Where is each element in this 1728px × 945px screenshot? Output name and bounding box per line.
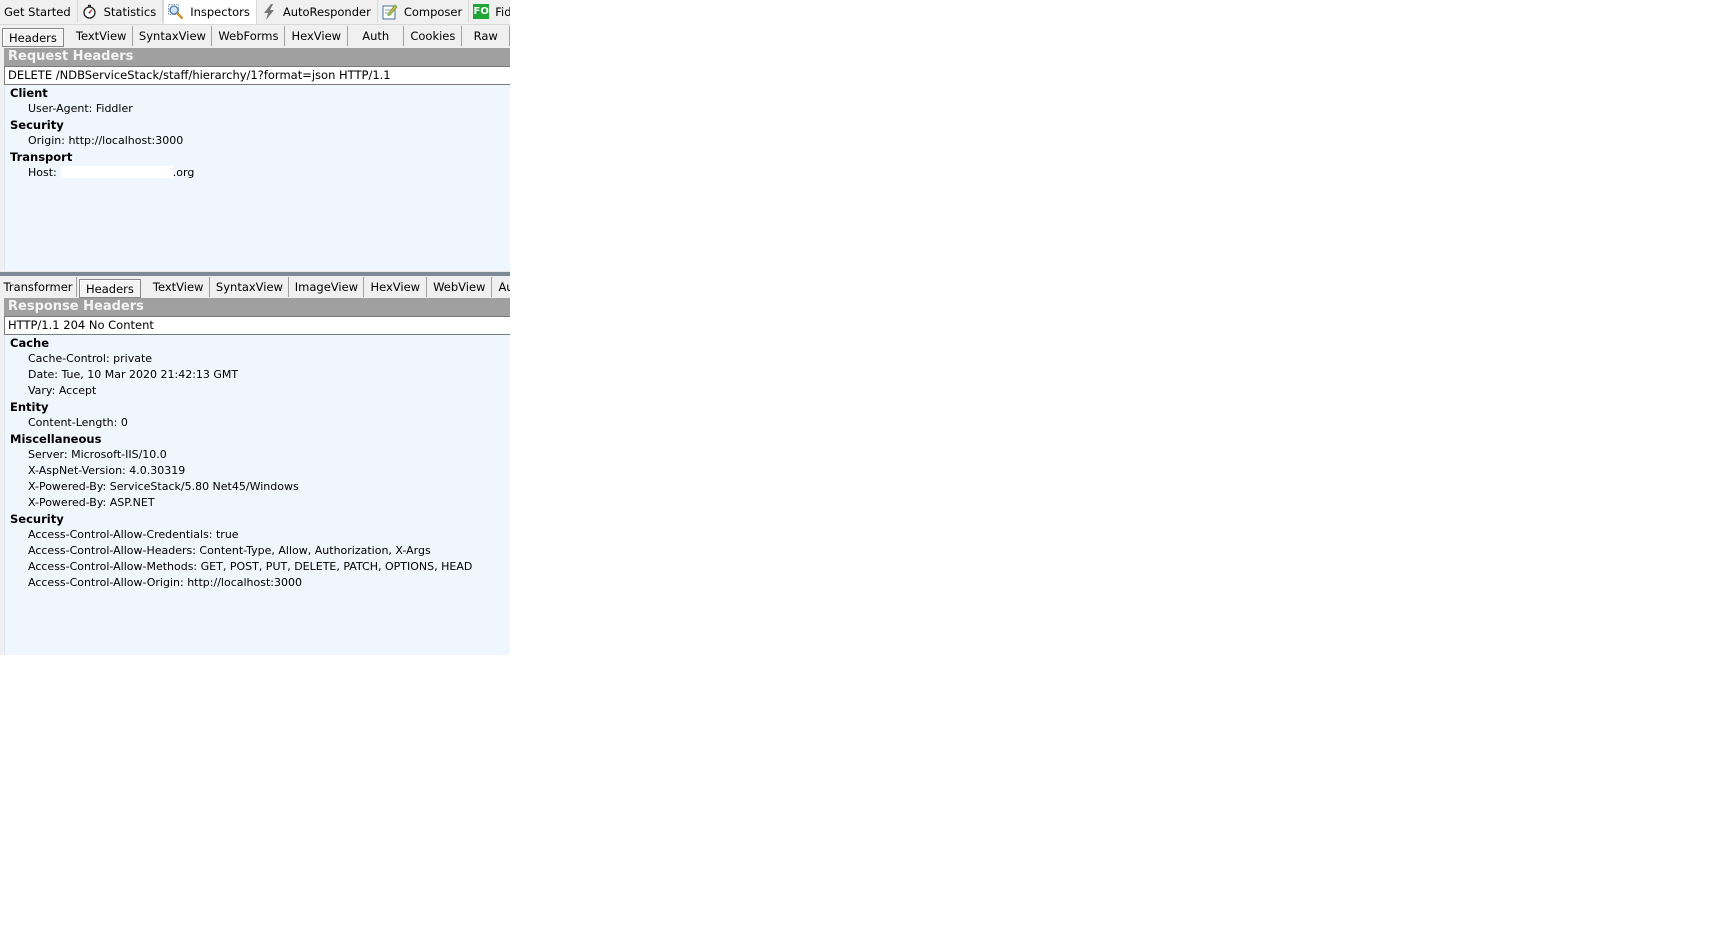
response-headers-title: Response Headers xyxy=(4,298,510,316)
tab-label: Fiddler Orche xyxy=(495,4,510,19)
tab-get-started[interactable]: Get Started xyxy=(0,0,78,23)
tab-inspectors[interactable]: Inspectors xyxy=(163,0,257,24)
header-item[interactable]: Access-Control-Allow-Methods: GET, POST,… xyxy=(5,559,510,575)
fo-badge-icon: FO xyxy=(473,4,490,19)
header-group-cache[interactable]: Cache xyxy=(5,335,510,351)
response-tab-webview[interactable]: WebView xyxy=(427,277,493,297)
tab-label: Statistics xyxy=(103,4,157,19)
tab-label: Get Started xyxy=(4,4,71,19)
response-status-line[interactable]: HTTP/1.1 204 No Content xyxy=(4,316,510,335)
tab-statistics[interactable]: Statistics xyxy=(78,0,164,23)
tab-autoresponder[interactable]: AutoResponder xyxy=(257,0,378,23)
stopwatch-icon xyxy=(82,4,98,20)
header-group-transport[interactable]: Transport xyxy=(5,149,510,165)
tab-label: Inspectors xyxy=(190,5,250,19)
response-tab-syntaxview[interactable]: SyntaxView xyxy=(210,277,290,297)
header-item[interactable]: X-Powered-By: ServiceStack/5.80 Net45/Wi… xyxy=(5,479,510,495)
header-group-security[interactable]: Security xyxy=(5,117,510,133)
lightning-icon xyxy=(261,3,277,20)
header-item[interactable]: Content-Length: 0 xyxy=(5,415,510,431)
response-tab-hexview[interactable]: HexView xyxy=(364,277,428,297)
request-tab-cookies[interactable]: Cookies xyxy=(404,26,463,46)
header-item[interactable]: User-Agent: Fiddler xyxy=(5,101,510,117)
request-headers-title: Request Headers xyxy=(4,48,510,66)
request-tab-raw[interactable]: Raw xyxy=(462,26,510,46)
header-item[interactable]: Access-Control-Allow-Credentials: true xyxy=(5,527,510,543)
header-item[interactable]: Cache-Control: private xyxy=(5,351,510,367)
header-group-security[interactable]: Security xyxy=(5,511,510,527)
response-tab-transformer[interactable]: Transformer xyxy=(0,277,77,297)
magnifier-icon xyxy=(168,4,184,20)
request-headers-tree: Client User-Agent: Fiddler Security Orig… xyxy=(4,85,510,271)
header-item[interactable]: X-AspNet-Version: 4.0.30319 xyxy=(5,463,510,479)
response-inspector-tabs: Transformer Headers TextView SyntaxView … xyxy=(0,276,510,298)
header-group-client[interactable]: Client xyxy=(5,85,510,101)
main-tab-strip: Get Started Statistics Inspectors AutoRe… xyxy=(0,0,510,25)
request-tab-headers[interactable]: Headers xyxy=(2,28,64,47)
response-tab-headers[interactable]: Headers xyxy=(79,279,141,298)
header-item[interactable]: Origin: http://localhost:3000 xyxy=(5,133,510,149)
request-tab-auth[interactable]: Auth xyxy=(348,26,405,46)
response-tab-textview[interactable]: TextView xyxy=(147,277,211,297)
header-item[interactable]: Access-Control-Allow-Headers: Content-Ty… xyxy=(5,543,510,559)
header-item[interactable]: Vary: Accept xyxy=(5,383,510,399)
redacted-hostname xyxy=(60,166,173,178)
host-suffix: .org xyxy=(172,166,195,179)
header-group-entity[interactable]: Entity xyxy=(5,399,510,415)
request-tab-webforms[interactable]: WebForms xyxy=(212,26,286,46)
host-label: Host: xyxy=(28,166,57,179)
header-item[interactable]: Access-Control-Allow-Origin: http://loca… xyxy=(5,575,510,591)
header-item[interactable]: Server: Microsoft-IIS/10.0 xyxy=(5,447,510,463)
request-inspector-tabs: Headers TextView SyntaxView WebForms Hex… xyxy=(0,25,510,47)
tab-composer[interactable]: Composer xyxy=(378,0,470,23)
header-item[interactable]: X-Powered-By: ASP.NET xyxy=(5,495,510,511)
tab-label: AutoResponder xyxy=(282,4,371,19)
request-tab-textview[interactable]: TextView xyxy=(70,26,134,46)
request-tab-hexview[interactable]: HexView xyxy=(285,26,349,46)
header-item-host[interactable]: Host: .org xyxy=(5,165,510,181)
response-headers-tree: Cache Cache-Control: private Date: Tue, … xyxy=(4,335,510,655)
pencil-note-icon xyxy=(382,3,398,20)
request-line[interactable]: DELETE /NDBServiceStack/staff/hierarchy/… xyxy=(4,66,510,85)
header-group-miscellaneous[interactable]: Miscellaneous xyxy=(5,431,510,447)
request-tab-syntaxview[interactable]: SyntaxView xyxy=(133,26,213,46)
header-item[interactable]: Date: Tue, 10 Mar 2020 21:42:13 GMT xyxy=(5,367,510,383)
response-tab-imageview[interactable]: ImageView xyxy=(289,277,365,297)
fiddler-inspectors-window: Get Started Statistics Inspectors AutoRe… xyxy=(0,0,510,655)
response-tab-auth[interactable]: Au xyxy=(492,277,510,297)
tab-fiddler-orchestra[interactable]: FO Fiddler Orche xyxy=(469,0,510,23)
tab-label: Composer xyxy=(403,4,463,19)
